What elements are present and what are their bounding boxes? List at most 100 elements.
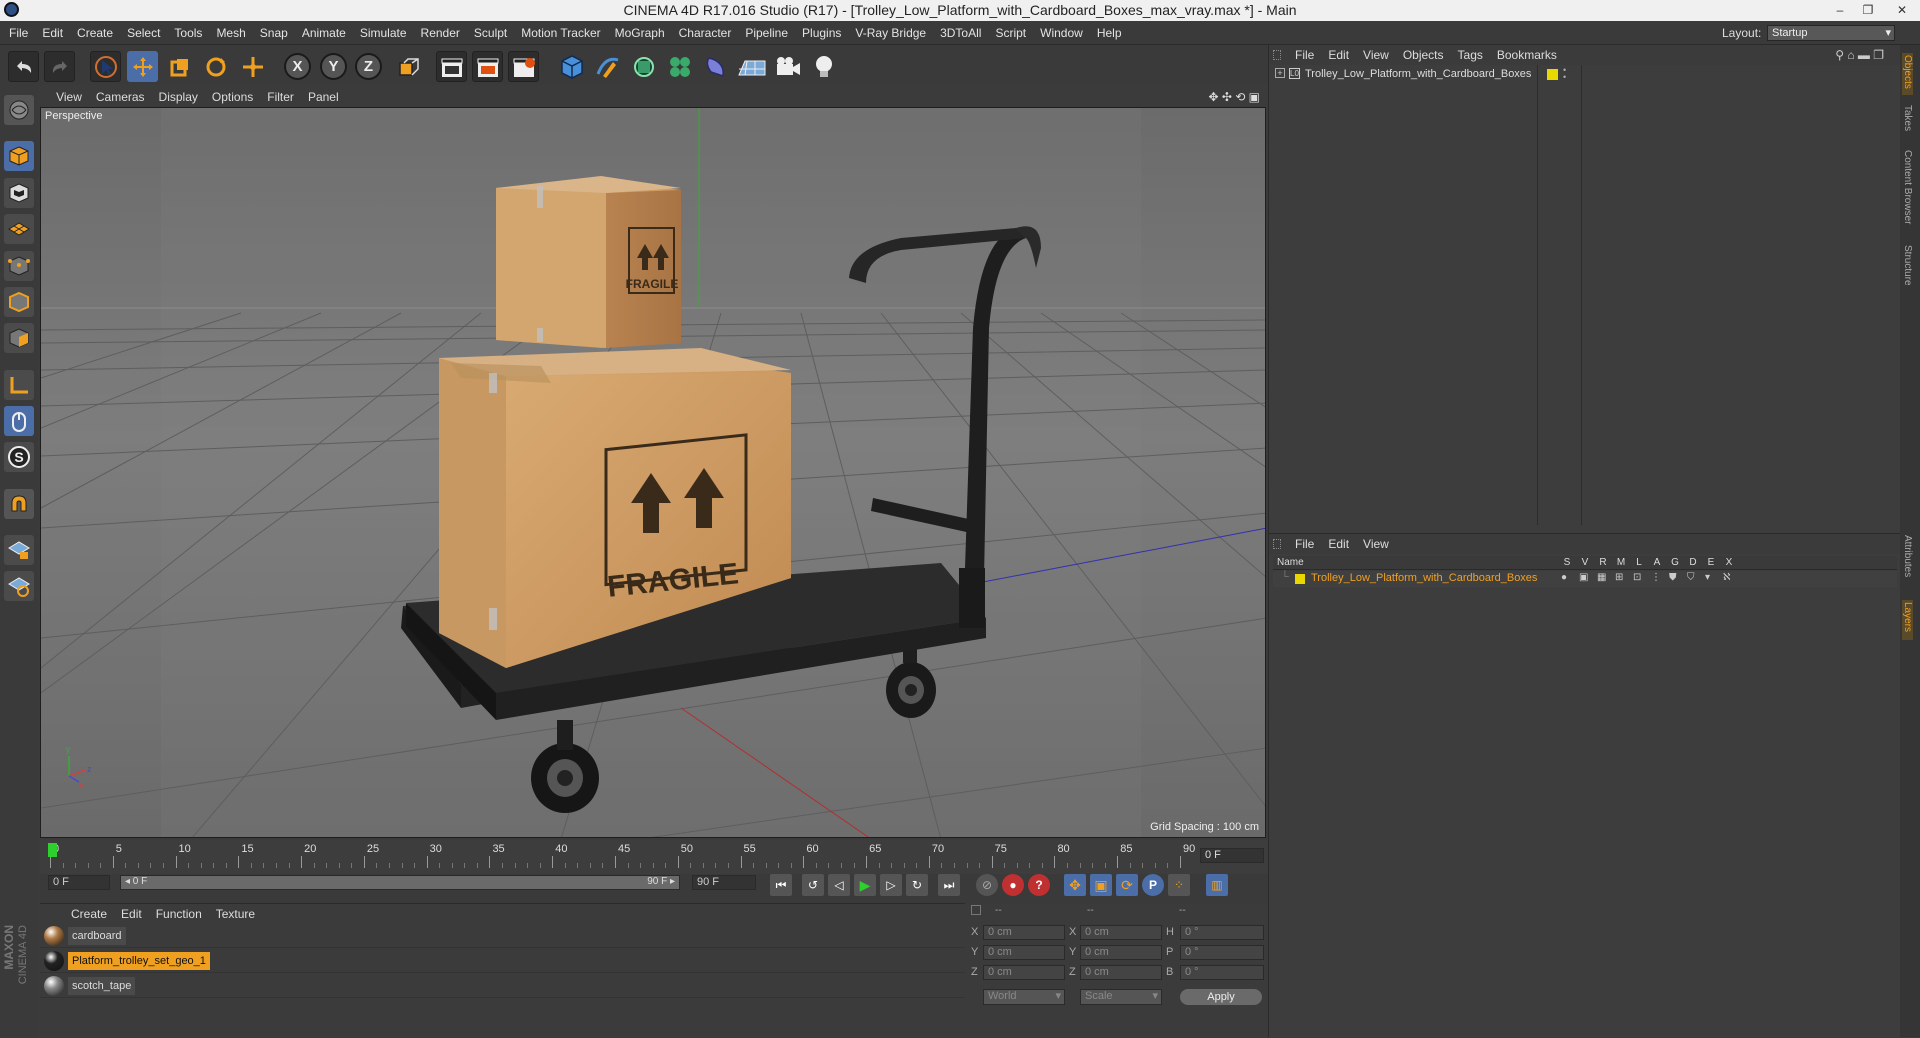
y-axis-icon[interactable]: Y xyxy=(320,53,347,80)
coord-value-field[interactable]: 0 cm xyxy=(983,945,1065,960)
layer-manager-icon[interactable]: ⊞ xyxy=(1615,572,1623,583)
apply-button[interactable]: Apply xyxy=(1180,989,1262,1005)
object-name[interactable]: Trolley_Low_Platform_with_Cardboard_Boxe… xyxy=(1305,68,1531,80)
transform-mode-select[interactable]: Scale ▾ xyxy=(1080,989,1162,1005)
edges-mode-icon[interactable] xyxy=(4,287,34,317)
restore-button[interactable]: ❐ xyxy=(1854,0,1882,21)
menu-help[interactable]: Help xyxy=(1090,21,1129,45)
undo-icon[interactable] xyxy=(8,51,39,82)
menu-pipeline[interactable]: Pipeline xyxy=(738,21,795,45)
menu-v-ray-bridge[interactable]: V-Ray Bridge xyxy=(848,21,933,45)
menu-edit[interactable]: Edit xyxy=(35,21,70,45)
object-menu-edit[interactable]: Edit xyxy=(1321,45,1356,65)
light-icon[interactable] xyxy=(808,51,839,82)
material-menu-create[interactable]: Create xyxy=(64,904,114,924)
layer-generators-icon[interactable]: ⛊ xyxy=(1669,572,1677,583)
tab-content-browser[interactable]: Content Browser xyxy=(1902,150,1913,260)
layer-name[interactable]: Trolley_Low_Platform_with_Cardboard_Boxe… xyxy=(1311,572,1537,584)
material-preview-icon[interactable] xyxy=(44,926,64,946)
minimize-button[interactable]: – xyxy=(1826,0,1854,21)
floor-icon[interactable] xyxy=(736,51,767,82)
playhead-marker[interactable] xyxy=(48,843,57,857)
deformer-icon[interactable] xyxy=(700,51,731,82)
menu-plugins[interactable]: Plugins xyxy=(795,21,848,45)
material-menu-texture[interactable]: Texture xyxy=(209,904,262,924)
layer-column-m[interactable]: M xyxy=(1615,556,1627,570)
z-axis-icon[interactable]: Z xyxy=(355,53,382,80)
expand-icon[interactable]: + xyxy=(1275,68,1285,78)
viewport-menu-panel[interactable]: Panel xyxy=(301,88,346,106)
tab-attributes[interactable]: Attributes xyxy=(1902,535,1913,595)
autokey-icon[interactable]: ? xyxy=(1028,874,1050,896)
previous-frame-icon[interactable]: ◁ xyxy=(828,874,850,896)
menu-character[interactable]: Character xyxy=(672,21,739,45)
visibility-dots-icon[interactable]: • • xyxy=(1563,66,1566,82)
current-frame-field[interactable]: 0 F xyxy=(1200,848,1264,863)
menu-mesh[interactable]: Mesh xyxy=(209,21,252,45)
layer-animation-icon[interactable]: ⋮ xyxy=(1651,572,1661,583)
layer-column-d[interactable]: D xyxy=(1687,556,1699,570)
coord-value-field[interactable]: 0 cm xyxy=(1080,925,1162,940)
snap-icon[interactable]: S xyxy=(4,442,34,472)
tab-objects[interactable]: Objects xyxy=(1902,53,1913,95)
play-icon[interactable]: ▶ xyxy=(854,874,876,896)
coord-value-field[interactable]: 0 cm xyxy=(983,965,1065,980)
redo-icon[interactable] xyxy=(44,51,75,82)
material-name[interactable]: Platform_trolley_set_geo_1 xyxy=(68,952,210,970)
make-editable-icon[interactable] xyxy=(4,95,34,125)
menu-motion-tracker[interactable]: Motion Tracker xyxy=(514,21,607,45)
coordinate-space-select[interactable]: World ▾ xyxy=(983,989,1065,1005)
menu-tools[interactable]: Tools xyxy=(167,21,209,45)
coordinate-system-icon[interactable] xyxy=(392,51,423,82)
select-icon[interactable] xyxy=(90,51,121,82)
key-scale-icon[interactable]: ▣ xyxy=(1090,874,1112,896)
tweak-mode-icon[interactable] xyxy=(4,406,34,436)
layer-row[interactable]: └ Trolley_Low_Platform_with_Cardboard_Bo… xyxy=(1273,571,1897,587)
layout-select[interactable]: Startup ▾ xyxy=(1767,25,1895,41)
tab-takes[interactable]: Takes xyxy=(1902,105,1913,145)
layer-menu-view[interactable]: View xyxy=(1356,534,1396,554)
model-mode-icon[interactable] xyxy=(4,141,34,171)
viewport-menu-display[interactable]: Display xyxy=(152,88,205,106)
material-name[interactable]: cardboard xyxy=(68,927,126,945)
material-menu-edit[interactable]: Edit xyxy=(114,904,149,924)
magnet-icon[interactable] xyxy=(4,489,34,519)
record-icon[interactable]: ● xyxy=(1002,874,1024,896)
layer-column-r[interactable]: R xyxy=(1597,556,1609,570)
coord-value-field[interactable]: 0 cm xyxy=(1080,965,1162,980)
live-select-icon[interactable] xyxy=(237,51,268,82)
timeline-ruler[interactable]: 051015202530354045505560657075808590 0 F xyxy=(40,840,1268,874)
object-menu-bookmarks[interactable]: Bookmarks xyxy=(1490,45,1564,65)
subdivision-icon[interactable] xyxy=(628,51,659,82)
render-view-icon[interactable] xyxy=(436,51,467,82)
layer-locked-icon[interactable]: ⊡ xyxy=(1633,572,1641,583)
coord-value-field[interactable]: 0 ° xyxy=(1180,945,1264,960)
cloner-icon[interactable] xyxy=(664,51,695,82)
perspective-viewport[interactable]: FRAGILE FRAGILE y z x Perspective Grid S… xyxy=(40,107,1266,838)
material-row[interactable]: cardboard xyxy=(40,924,965,948)
menu-animate[interactable]: Animate xyxy=(295,21,353,45)
material-menu-function[interactable]: Function xyxy=(149,904,209,924)
material-row[interactable]: Platform_trolley_set_geo_1 xyxy=(40,949,965,973)
motion-record-icon[interactable]: ⊘ xyxy=(976,874,998,896)
object-menu-objects[interactable]: Objects xyxy=(1396,45,1451,65)
menu-sculpt[interactable]: Sculpt xyxy=(467,21,514,45)
viewport-menu-view[interactable]: View xyxy=(49,88,89,106)
coord-value-field[interactable]: 0 ° xyxy=(1180,965,1264,980)
render-picture-viewer-icon[interactable] xyxy=(472,51,503,82)
key-pla-icon[interactable]: ⁘ xyxy=(1168,874,1190,896)
material-row[interactable]: scotch_tape xyxy=(40,974,965,998)
locked-workplane-icon[interactable] xyxy=(4,535,34,565)
camera-icon[interactable] xyxy=(772,51,803,82)
layer-render-icon[interactable]: ▦ xyxy=(1597,572,1606,583)
x-axis-icon[interactable]: X xyxy=(284,53,311,80)
points-mode-icon[interactable] xyxy=(4,251,34,281)
goto-start-icon[interactable]: ⏮ xyxy=(770,874,792,896)
layer-menu-edit[interactable]: Edit xyxy=(1321,534,1356,554)
menu-render[interactable]: Render xyxy=(414,21,467,45)
menu-mograph[interactable]: MoGraph xyxy=(608,21,672,45)
layer-column-name[interactable]: Name xyxy=(1277,556,1304,570)
next-key-icon[interactable]: ↻ xyxy=(906,874,928,896)
menu-window[interactable]: Window xyxy=(1033,21,1090,45)
viewport-nav-icons[interactable]: ✥ ✣ ⟲ ▣ xyxy=(1208,90,1260,104)
